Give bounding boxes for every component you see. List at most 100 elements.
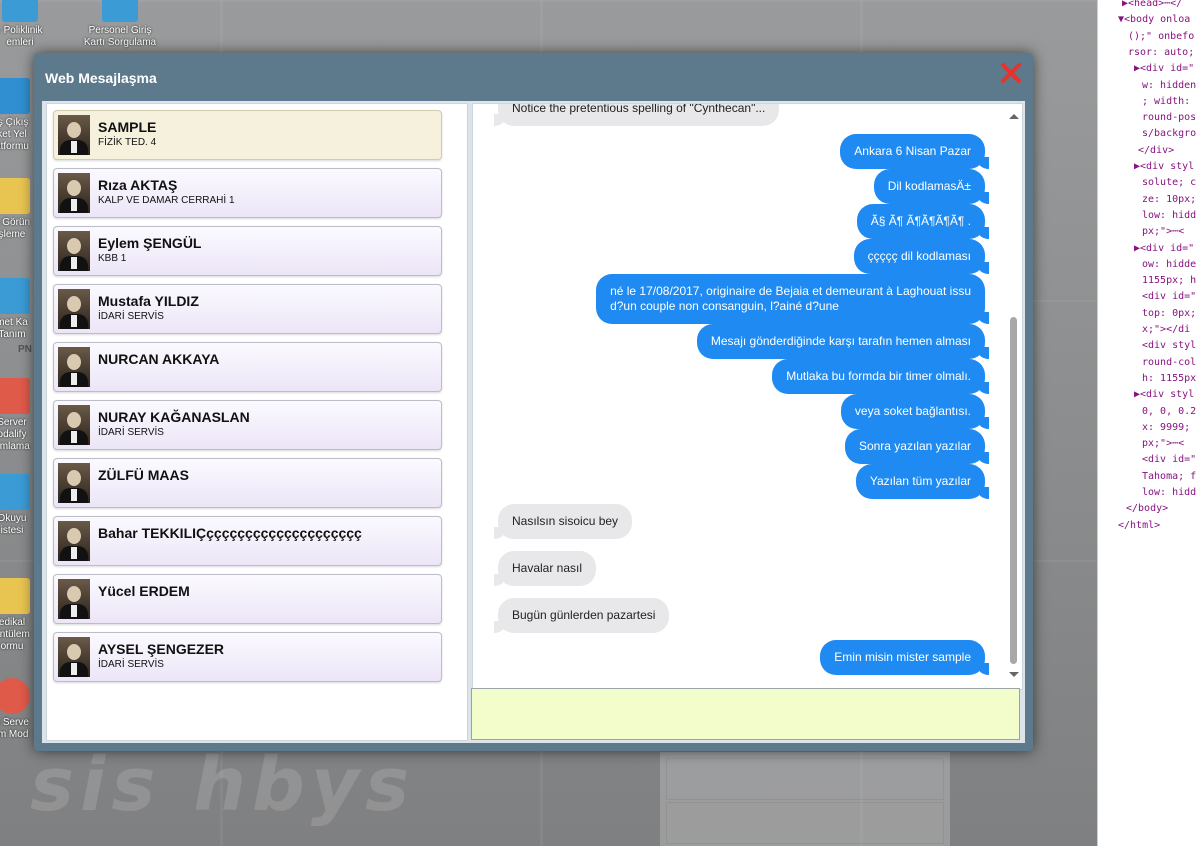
devtools-line[interactable]: </html> <box>1118 518 1160 534</box>
devtools-line[interactable]: <div styl <box>1142 338 1196 354</box>
message-text: Ankara 6 Nisan Pazar <box>854 144 971 158</box>
devtools-line[interactable]: s/backgro <box>1142 126 1196 142</box>
devtools-line[interactable]: x;"></di <box>1142 322 1190 338</box>
outgoing-message: veya soket bağlantısı. <box>840 394 990 429</box>
scroll-thumb[interactable] <box>1010 317 1017 664</box>
devtools-line[interactable]: h: 1155px <box>1142 371 1196 387</box>
devtools-line[interactable]: ▶<div styl <box>1134 159 1194 175</box>
outgoing-message: Yazılan tüm yazılar <box>855 464 990 499</box>
user-icon <box>0 474 30 510</box>
contact-item[interactable]: Eylem ŞENGÜL KBB 1 <box>53 226 442 276</box>
plane-icon <box>0 78 30 114</box>
devtools-line[interactable]: top: 0px; <box>1142 306 1196 322</box>
devtools-line[interactable]: </body> <box>1126 501 1168 517</box>
message-input[interactable] <box>471 688 1020 740</box>
devtools-line[interactable]: ; width: <box>1142 94 1190 110</box>
message-text: Mutlaka bu formda bir timer olmalı. <box>786 369 971 383</box>
scroll-up-arrow-icon[interactable] <box>1009 114 1019 119</box>
devtools-line[interactable]: 1155px; h <box>1142 273 1196 289</box>
contact-item[interactable]: Rıza AKTAŞ KALP VE DAMAR CERRAHİ 1 <box>53 168 442 218</box>
sis-hbys-watermark: sis hbys <box>30 742 416 828</box>
contact-item[interactable]: Bahar TEKKILIÇçççççççççççççççççççç <box>53 516 442 566</box>
dialog-body: SAMPLE FİZİK TED. 4 Rıza AKTAŞ KALP VE DAMA… <box>42 101 1025 743</box>
devtools-line[interactable]: ();" onbefo <box>1128 29 1194 45</box>
chat-scrollbar[interactable] <box>1007 104 1021 689</box>
devtools-line[interactable]: <div id=" <box>1142 452 1196 468</box>
close-button[interactable] <box>999 61 1023 85</box>
avatar <box>58 173 90 213</box>
contact-item[interactable]: Yücel ERDEM <box>53 574 442 624</box>
message-text: Sonra yazılan yazılar <box>858 439 971 453</box>
message-text: Dil kodlamasÄ± <box>887 179 971 193</box>
devtools-line[interactable]: w: hidden <box>1142 78 1196 94</box>
devtools-line[interactable]: low: hidd <box>1142 208 1196 224</box>
background-cabinet <box>660 752 950 846</box>
contact-item[interactable]: SAMPLE FİZİK TED. 4 <box>53 110 442 160</box>
contact-department: İDARİ SERVİS <box>98 311 164 322</box>
personel-card-icon <box>102 0 138 22</box>
message-text: Emin misin mister sample <box>834 650 971 664</box>
avatar <box>58 115 90 155</box>
devtools-line[interactable]: 0, 0, 0.2 <box>1142 404 1196 420</box>
desktop-shortcut-personel-giris[interactable]: Personel Giriş Kartı Sorgulama <box>60 0 180 49</box>
message-text: Mesajı gönderdiğinde karşı tarafın hemen… <box>710 334 971 348</box>
message-text: veya soket bağlantısı. <box>854 404 971 418</box>
contact-item[interactable]: AYSEL ŞENGEZER İDARİ SERVİS <box>53 632 442 682</box>
incoming-message: Nasılsın sisoicu bey <box>493 504 633 539</box>
devtools-line[interactable]: px;">⋯< <box>1142 436 1184 452</box>
contact-name: AYSEL ŞENGEZER <box>98 641 225 657</box>
contact-item[interactable]: NURCAN AKKAYA <box>53 342 442 392</box>
avatar <box>58 579 90 619</box>
devtools-line[interactable]: ▶<div styl <box>1134 387 1194 403</box>
devtools-line[interactable]: <div id=" <box>1142 289 1196 305</box>
devtools-line[interactable]: ▼<body onloa <box>1118 12 1190 28</box>
message-text-line2: d?un couple non consanguin, l?ainé d?une <box>610 299 839 313</box>
scroll-down-arrow-icon[interactable] <box>1009 672 1019 677</box>
message-history[interactable]: Notice the pretentious spelling of "Cynt… <box>472 103 1023 690</box>
contact-item[interactable]: Mustafa YILDIZ İDARİ SERVİS <box>53 284 442 334</box>
checklist-icon <box>0 378 30 414</box>
contact-name: NURCAN AKKAYA <box>98 351 220 367</box>
devtools-line[interactable]: ▶<div id=" <box>1134 241 1194 257</box>
devtools-line[interactable]: ▶<div id=" <box>1134 61 1194 77</box>
contact-list: SAMPLE FİZİK TED. 4 Rıza AKTAŞ KALP VE DAMA… <box>46 103 468 741</box>
devtools-line[interactable]: ▶<head>⋯</ <box>1122 0 1182 12</box>
devtools-line[interactable]: solute; c <box>1142 175 1196 191</box>
incoming-message: Havalar nasıl <box>493 551 597 586</box>
message-text: Nasılsın sisoicu bey <box>512 514 619 528</box>
shortcut-label: Personel Giriş Kartı Sorgulama <box>83 25 157 48</box>
outgoing-message: Mutlaka bu formda bir timer olmalı. <box>772 359 989 394</box>
contact-department: İDARİ SERVİS <box>98 427 164 438</box>
devtools-line[interactable]: round-pos <box>1142 110 1196 126</box>
outgoing-message: Ã§ Ã¶ Ã¶Ã¶Ã¶Ã¶ . <box>856 204 990 239</box>
avatar <box>58 289 90 329</box>
contact-item[interactable]: NURAY KAĞANASLAN İDARİ SERVİS <box>53 400 442 450</box>
devtools-line[interactable]: rsor: auto; <box>1128 45 1194 61</box>
devtools-line[interactable]: </div> <box>1138 143 1174 159</box>
contact-name: Rıza AKTAŞ <box>98 177 178 193</box>
devtools-line[interactable]: x: 9999; <box>1142 420 1190 436</box>
avatar <box>58 521 90 561</box>
close-x-icon <box>1001 63 1021 83</box>
incoming-message: Bugün günlerden pazartesi <box>493 598 670 633</box>
avatar <box>58 231 90 271</box>
contact-item[interactable]: ZÜLFÜ MAAS <box>53 458 442 508</box>
avatar <box>58 347 90 387</box>
avatar <box>58 463 90 503</box>
outgoing-message: Emin misin mister sample <box>820 640 989 675</box>
devtools-line[interactable]: ze: 10px; <box>1142 192 1196 208</box>
avatar <box>58 405 90 445</box>
devtools-line[interactable]: Tahoma; f <box>1142 469 1196 485</box>
devtools-line[interactable]: ow: hidde <box>1142 257 1196 273</box>
message-text: né le 17/08/2017, originaire de Bejaia e… <box>610 284 971 298</box>
xray-icon <box>0 178 30 214</box>
contact-name: ZÜLFÜ MAAS <box>98 467 189 483</box>
contact-department: İDARİ SERVİS <box>98 659 164 670</box>
contact-department: KBB 1 <box>98 253 127 264</box>
contact-name: Eylem ŞENGÜL <box>98 235 202 251</box>
devtools-line[interactable]: low: hidd <box>1142 485 1196 501</box>
contact-name: SAMPLE <box>98 119 157 135</box>
poliklinik-icon <box>2 0 38 22</box>
devtools-line[interactable]: round-col <box>1142 355 1196 371</box>
devtools-line[interactable]: px;">⋯< <box>1142 224 1184 240</box>
